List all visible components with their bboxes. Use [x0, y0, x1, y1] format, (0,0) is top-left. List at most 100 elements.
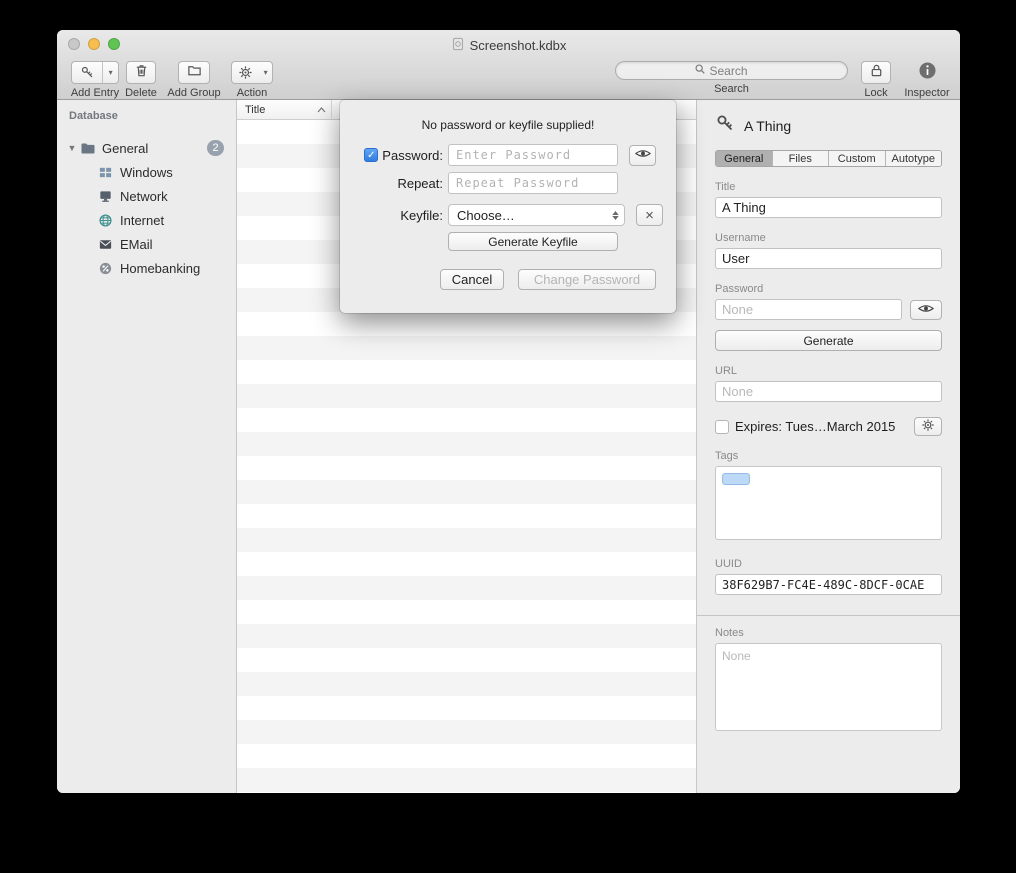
show-password-button[interactable]: [629, 145, 656, 166]
cancel-button[interactable]: Cancel: [440, 269, 504, 290]
popup-stepper-icon: [612, 211, 619, 220]
column-title-label: Title: [245, 104, 265, 116]
lock-button[interactable]: [861, 61, 891, 84]
toolbar-lock: Lock: [856, 61, 896, 99]
generate-keyfile-row: Generate Keyfile: [448, 232, 618, 251]
inspector-button[interactable]: [918, 61, 937, 84]
toolbar-delete: Delete: [123, 61, 159, 99]
dialog-message: No password or keyfile supplied!: [340, 118, 676, 132]
tags-box[interactable]: [715, 466, 942, 540]
tab-general[interactable]: General: [716, 151, 772, 166]
keyfile-value: Choose…: [457, 208, 515, 223]
sidebar-item-label: Network: [120, 189, 168, 204]
folder-icon: [79, 140, 96, 157]
expires-checkbox[interactable]: ✓: [715, 420, 729, 434]
sidebar-item-label: General: [102, 141, 148, 156]
search-label: Search: [714, 83, 749, 95]
chevron-down-icon[interactable]: ▾: [103, 62, 118, 83]
username-field[interactable]: [715, 248, 942, 269]
expires-settings-button[interactable]: [914, 417, 942, 436]
keyfile-row: Keyfile: Choose… ×: [340, 204, 663, 226]
add-group-button[interactable]: [178, 61, 210, 84]
keyfile-popup[interactable]: Choose…: [448, 204, 625, 226]
eye-icon: [918, 301, 934, 319]
sidebar-item-homebanking[interactable]: Homebanking: [57, 256, 236, 280]
notes-field[interactable]: [715, 643, 942, 731]
sidebar-item-label: Internet: [120, 213, 164, 228]
title-label: Title: [715, 181, 942, 193]
generate-password-button[interactable]: Generate: [715, 330, 942, 351]
tab-autotype[interactable]: Autotype: [885, 151, 942, 166]
key-icon: [72, 62, 103, 83]
folder-icon: [187, 63, 202, 83]
disclosure-triangle-icon[interactable]: ▼: [65, 143, 79, 153]
expires-label: Expires: Tues…March 2015: [735, 419, 895, 434]
repeat-row: Repeat:: [340, 172, 618, 194]
change-password-button[interactable]: Change Password: [518, 269, 656, 290]
generate-keyfile-button[interactable]: Generate Keyfile: [448, 232, 618, 251]
sidebar-item-windows[interactable]: Windows: [57, 160, 236, 184]
section-divider: [697, 615, 960, 616]
password-field[interactable]: [715, 299, 902, 320]
tags-label: Tags: [715, 450, 942, 462]
url-field[interactable]: [715, 381, 942, 402]
network-icon: [97, 188, 114, 205]
search-icon: [694, 62, 706, 80]
expires-row: ✓ Expires: Tues…March 2015: [715, 417, 942, 436]
trash-icon: [134, 63, 149, 83]
uuid-label: UUID: [715, 558, 942, 570]
gear-icon: [921, 418, 935, 435]
eye-icon: [635, 146, 651, 164]
coin-icon: [97, 260, 114, 277]
sidebar: Database ▼ General 2 Windows: [57, 100, 237, 793]
window-title: Screenshot.kdbx: [470, 38, 567, 53]
action-label: Action: [237, 87, 268, 99]
sidebar-item-label: Windows: [120, 165, 173, 180]
window-chrome: Screenshot.kdbx ▾ Add Entry Delete: [57, 30, 960, 100]
inspector-panel: A Thing General Files Custom Autotype Ti…: [697, 100, 960, 793]
sidebar-item-email[interactable]: EMail: [57, 232, 236, 256]
sidebar-item-internet[interactable]: Internet: [57, 208, 236, 232]
sort-ascending-icon: [317, 104, 326, 116]
repeat-input[interactable]: [448, 172, 618, 194]
tab-files[interactable]: Files: [772, 151, 829, 166]
sidebar-item-network[interactable]: Network: [57, 184, 236, 208]
gear-icon: [232, 62, 259, 83]
tag-pill[interactable]: [722, 473, 750, 485]
entry-count-badge: 2: [207, 140, 224, 156]
app-window: Screenshot.kdbx ▾ Add Entry Delete: [57, 30, 960, 793]
key-icon: [715, 114, 735, 137]
username-label: Username: [715, 232, 942, 244]
password-checkbox[interactable]: ✓: [364, 148, 378, 162]
clear-keyfile-button[interactable]: ×: [636, 204, 663, 226]
document-icon: [451, 37, 465, 54]
window-title-bar: Screenshot.kdbx: [57, 36, 960, 54]
add-entry-label: Add Entry: [71, 87, 119, 99]
sidebar-item-general[interactable]: ▼ General 2: [57, 136, 236, 160]
delete-button[interactable]: [126, 61, 156, 84]
title-field[interactable]: [715, 197, 942, 218]
search-input[interactable]: [710, 64, 770, 78]
entry-title: A Thing: [744, 118, 791, 134]
lock-label: Lock: [864, 87, 887, 99]
repeat-label: Repeat:: [397, 176, 443, 191]
tab-custom[interactable]: Custom: [828, 151, 885, 166]
notes-label: Notes: [715, 627, 942, 639]
uuid-field[interactable]: [715, 574, 942, 595]
change-password-dialog: No password or keyfile supplied! ✓ Passw…: [340, 100, 676, 313]
password-input[interactable]: [448, 144, 618, 166]
delete-label: Delete: [125, 87, 157, 99]
toolbar-inspector: Inspector: [900, 61, 954, 99]
dialog-buttons: Cancel Change Password: [440, 269, 656, 290]
show-password-button[interactable]: [910, 300, 942, 320]
chevron-down-icon: ▾: [259, 62, 272, 83]
password-label: Password:: [382, 148, 443, 163]
toolbar-action: ▾ Action: [230, 61, 274, 99]
toolbar-add-entry: ▾ Add Entry: [67, 61, 123, 99]
add-entry-button[interactable]: ▾: [71, 61, 119, 84]
action-button[interactable]: ▾: [231, 61, 273, 84]
close-icon: ×: [645, 207, 654, 224]
padlock-icon: [869, 63, 884, 83]
column-header-title[interactable]: Title: [237, 100, 332, 119]
search-field[interactable]: [615, 61, 848, 80]
